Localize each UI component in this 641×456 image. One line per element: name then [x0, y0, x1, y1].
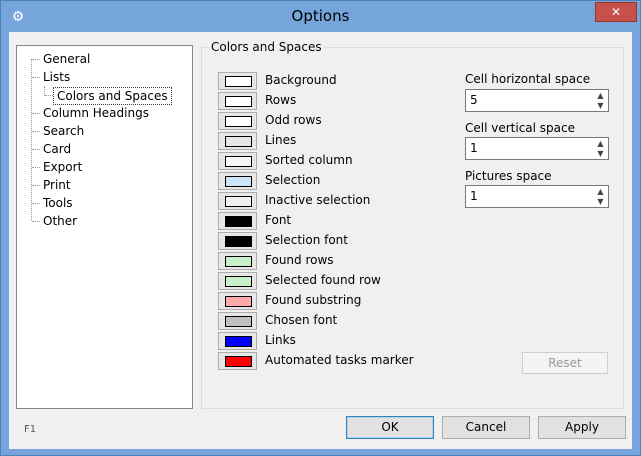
close-button[interactable]: ✕ [595, 2, 637, 22]
tree-connector [32, 113, 40, 114]
tree-item-label: Lists [43, 70, 71, 84]
group-title: Colors and Spaces [209, 40, 324, 54]
spinner-value: 5 [470, 93, 478, 107]
color-swatch [225, 76, 252, 87]
color-swatch [225, 136, 252, 147]
close-icon: ✕ [610, 5, 622, 19]
pictures-space-label: Pictures space [465, 169, 552, 183]
color-picker-button[interactable] [218, 72, 257, 90]
color-swatch [225, 156, 252, 167]
reset-button[interactable]: Reset [522, 352, 608, 374]
color-swatch [225, 276, 252, 287]
color-label: Chosen font [265, 313, 338, 327]
tree-connector [32, 59, 40, 60]
tree-item-label: Export [43, 160, 83, 174]
color-label: Links [265, 333, 296, 347]
options-tree[interactable]: General Lists Colors and Spaces Column H… [16, 45, 193, 409]
spinner-value: 1 [470, 189, 478, 203]
color-swatch [225, 296, 252, 307]
color-swatch [225, 316, 252, 327]
spin-up-icon[interactable]: ▲ [593, 139, 608, 149]
color-swatch [225, 176, 252, 187]
color-label: Selection [265, 173, 321, 187]
spin-down-icon[interactable]: ▼ [593, 197, 608, 207]
title-bar[interactable]: ⚙ Options ✕ [1, 1, 640, 32]
color-label: Lines [265, 133, 297, 147]
tree-connector [32, 203, 40, 204]
cell-horizontal-space-label: Cell horizontal space [465, 72, 591, 86]
color-label: Odd rows [265, 113, 322, 127]
tree-item-label: Other [43, 214, 78, 228]
color-picker-button[interactable] [218, 232, 257, 250]
color-picker-button[interactable] [218, 352, 257, 370]
color-label: Sorted column [265, 153, 353, 167]
options-window: ⚙ Options ✕ General Lists Colors and Spa… [0, 0, 641, 456]
help-hint: F1 [24, 424, 37, 435]
color-picker-button[interactable] [218, 132, 257, 150]
color-swatch [225, 356, 252, 367]
tree-connector [32, 221, 40, 222]
color-swatch [225, 216, 252, 227]
color-label: Automated tasks marker [265, 353, 414, 367]
window-title: Options [291, 7, 350, 25]
tree-item-label: Search [43, 124, 85, 138]
color-label: Found substring [265, 293, 362, 307]
color-label: Background [265, 73, 337, 87]
tree-item-label: Tools [43, 196, 73, 210]
color-picker-button[interactable] [218, 332, 257, 350]
color-picker-button[interactable] [218, 292, 257, 310]
color-picker-button[interactable] [218, 152, 257, 170]
cell-vertical-space-label: Cell vertical space [465, 121, 576, 135]
color-picker-button[interactable] [218, 212, 257, 230]
color-picker-button[interactable] [218, 92, 257, 110]
color-label: Inactive selection [265, 193, 371, 207]
color-label: Font [265, 213, 292, 227]
spin-up-icon[interactable]: ▲ [593, 91, 608, 101]
color-swatch [225, 116, 252, 127]
cancel-button[interactable]: Cancel [442, 416, 530, 439]
tree-item-label: General [43, 52, 91, 66]
cell-vertical-space-spinner[interactable]: 1 ▲ ▼ [465, 137, 609, 160]
spinner-value: 1 [470, 141, 478, 155]
tree-item-label: Column Headings [43, 106, 149, 120]
color-swatch [225, 256, 252, 267]
pictures-space-spinner[interactable]: 1 ▲ ▼ [465, 185, 609, 208]
tree-connector [32, 77, 40, 78]
color-picker-button[interactable] [218, 252, 257, 270]
color-swatch [225, 196, 252, 207]
color-picker-button[interactable] [218, 172, 257, 190]
color-picker-button[interactable] [218, 272, 257, 290]
tree-connector [32, 185, 40, 186]
color-label: Selected found row [265, 273, 381, 287]
color-label: Rows [265, 93, 297, 107]
color-label: Found rows [265, 253, 334, 267]
color-swatch [225, 236, 252, 247]
color-swatch [225, 336, 252, 347]
spin-down-icon[interactable]: ▼ [593, 149, 608, 159]
color-picker-button[interactable] [218, 192, 257, 210]
spin-down-icon[interactable]: ▼ [593, 101, 608, 111]
tree-item-label: Print [43, 178, 71, 192]
color-picker-button[interactable] [218, 112, 257, 130]
tree-connector [32, 149, 40, 150]
spin-up-icon[interactable]: ▲ [593, 187, 608, 197]
tree-item-label: Colors and Spaces [53, 87, 172, 105]
tree-connector [31, 59, 32, 221]
cell-horizontal-space-spinner[interactable]: 5 ▲ ▼ [465, 89, 609, 112]
tree-item-label: Card [43, 142, 72, 156]
color-swatch [225, 96, 252, 107]
apply-button[interactable]: Apply [538, 416, 626, 439]
ok-button[interactable]: OK [346, 416, 434, 439]
color-picker-button[interactable] [218, 312, 257, 330]
tree-connector [32, 131, 40, 132]
tree-connector [32, 167, 40, 168]
tree-connector [45, 95, 53, 96]
color-label: Selection font [265, 233, 348, 247]
dialog-body: General Lists Colors and Spaces Column H… [9, 32, 632, 449]
